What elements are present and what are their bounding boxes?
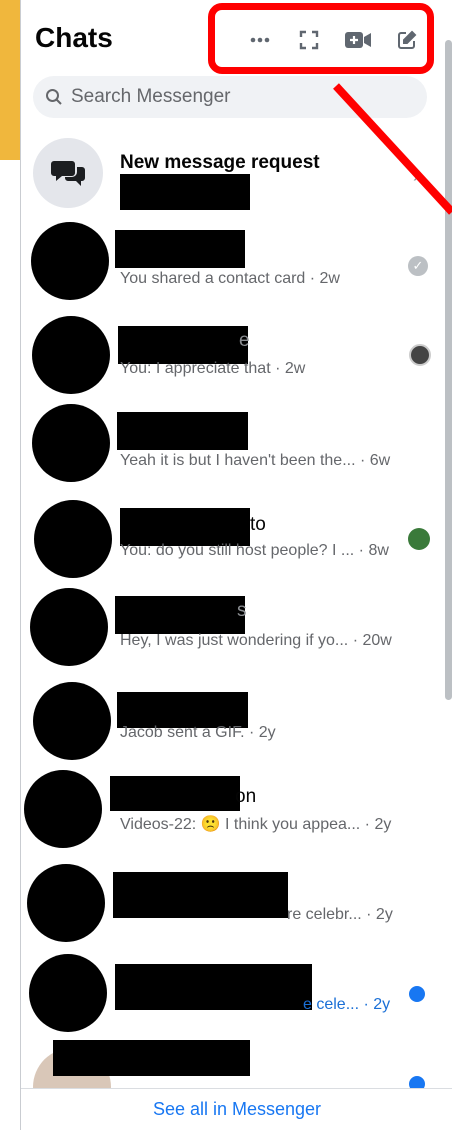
chat-snippet: e cele... · 2y — [303, 996, 391, 1013]
page-title: Chats — [35, 22, 113, 53]
chat-snippet: Jacob sent a GIF. · 2y — [120, 724, 276, 741]
redacted-name — [117, 412, 248, 450]
seen-avatar-icon — [409, 344, 431, 366]
redacted-name — [115, 964, 312, 1010]
chats-panel: Chats New message request › You shared a… — [20, 0, 452, 1130]
request-title: New message request — [120, 152, 320, 173]
chat-row[interactable]: e You: I appreciate that · 2w — [21, 316, 431, 406]
highlight-box — [208, 3, 434, 74]
search-icon — [46, 89, 62, 105]
chat-snippet: Videos-22: 🙁 I think you appea... · 2y — [120, 816, 392, 833]
chat-name-tail: to — [250, 514, 266, 535]
unread-dot-icon — [409, 986, 425, 1002]
avatar — [24, 770, 102, 848]
chat-row[interactable]: s Hey, I was just wondering if yo... · 2… — [21, 586, 431, 676]
see-all-link[interactable]: See all in Messenger — [153, 1099, 321, 1120]
avatar — [30, 588, 108, 666]
avatar — [29, 954, 107, 1032]
chat-row[interactable]: to You: do you still host people? I ... … — [21, 498, 431, 588]
redacted-name — [53, 1040, 250, 1076]
chat-snippet: re celebr... · 2y — [287, 906, 393, 923]
chat-bubbles-icon — [33, 138, 103, 208]
avatar — [32, 316, 110, 394]
background-strip — [0, 0, 22, 160]
message-request-row[interactable]: New message request › — [33, 138, 443, 214]
search-bar[interactable] — [33, 76, 427, 118]
chat-snippet: Yeah it is but I haven't been the... · 6… — [120, 452, 391, 469]
chat-name-tail: s — [237, 600, 247, 621]
redacted-name — [120, 508, 250, 546]
seen-avatar-icon — [408, 528, 430, 550]
chat-name-tail: on — [235, 786, 257, 807]
chat-row[interactable]: Yeah it is but I haven't been the... · 6… — [21, 402, 431, 492]
chat-snippet: Hey, I was just wondering if yo... · 20w — [120, 632, 392, 649]
chat-snippet: You: do you still host people? I ... · 8… — [120, 542, 389, 559]
avatar — [31, 222, 109, 300]
chat-row[interactable]: re celebr... · 2y — [21, 862, 431, 952]
avatar — [32, 404, 110, 482]
redacted-name — [115, 230, 245, 268]
redacted-name — [113, 872, 288, 918]
redacted-block — [120, 174, 250, 210]
chat-row[interactable]: Jacob sent a GIF. · 2y — [21, 682, 431, 772]
footer: See all in Messenger — [21, 1088, 452, 1130]
redacted-name — [117, 692, 248, 728]
chat-row[interactable]: You shared a contact card · 2w ✓ — [21, 218, 431, 308]
redacted-name — [115, 596, 245, 634]
chat-row[interactable]: on Videos-22: 🙁 I think you appea... · 2… — [21, 766, 431, 856]
chat-name-tail: e — [239, 330, 250, 351]
avatar — [34, 500, 112, 578]
avatar — [33, 682, 111, 760]
chevron-right-icon: › — [413, 166, 419, 186]
avatar — [27, 864, 105, 942]
chat-snippet: You: I appreciate that · 2w — [120, 360, 306, 377]
redacted-name — [110, 776, 240, 811]
chat-snippet: You shared a contact card · 2w — [120, 270, 340, 287]
chat-row[interactable]: e cele... · 2y — [21, 954, 431, 1044]
redacted-name — [118, 326, 248, 364]
search-input[interactable] — [71, 86, 391, 108]
read-check-icon: ✓ — [408, 256, 428, 276]
scrollbar[interactable] — [445, 40, 452, 700]
